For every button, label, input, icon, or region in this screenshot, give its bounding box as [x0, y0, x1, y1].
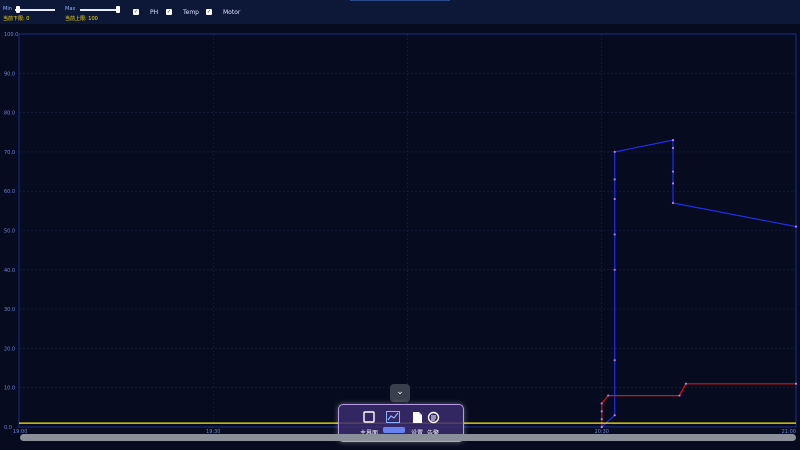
series-point-1: [600, 425, 603, 429]
min-current-value: 当前下限: 0: [3, 16, 30, 22]
series-point-0: [671, 139, 675, 142]
max-slider-track[interactable]: [80, 6, 120, 13]
y-tick-label: 70.0: [4, 150, 15, 156]
series-point-0: [613, 178, 616, 181]
ph-label: PH: [150, 9, 159, 16]
series-point-0: [671, 170, 675, 173]
series-point-0: [613, 233, 616, 236]
min-label: Min: [3, 6, 12, 12]
series-point-0: [671, 201, 675, 205]
motor-checkbox[interactable]: ✓: [206, 9, 212, 15]
square-icon: [363, 411, 375, 423]
series-point-0: [613, 359, 616, 362]
series-point-0: [671, 146, 675, 150]
min-slider-track[interactable]: [15, 6, 55, 13]
max-slider-handle[interactable]: [116, 6, 120, 13]
search-icon: [427, 411, 439, 424]
series-point-1: [684, 382, 688, 385]
series-point-1: [678, 394, 681, 397]
horizontal-scrollbar[interactable]: [20, 434, 796, 441]
y-tick-label: 80.0: [4, 111, 15, 117]
y-tick-label: 40.0: [4, 268, 15, 274]
series-line-1: [601, 383, 796, 427]
series-point-0: [671, 182, 675, 185]
max-label: Max: [65, 6, 76, 12]
y-tick-label: 60.0: [4, 189, 15, 195]
collapse-button[interactable]: ⌄: [390, 384, 410, 402]
motor-label: Motor: [223, 9, 241, 16]
chevron-down-icon: ⌄: [396, 387, 404, 397]
series-point-1: [607, 394, 610, 397]
y-tick-label: 30.0: [4, 307, 15, 313]
control-bar: Min 当前下限: 0 Max 当前上限: 100 ✓ PH ✓ Temp ✓ …: [0, 0, 800, 24]
series-point-1: [794, 382, 798, 385]
series-point-1: [600, 402, 603, 405]
min-slider-handle[interactable]: [16, 6, 20, 13]
y-tick-label: 0.0: [4, 425, 12, 431]
ph-checkbox[interactable]: ✓: [133, 9, 139, 15]
series-point-0: [613, 197, 616, 201]
y-tick-label: 10.0: [4, 386, 15, 392]
series-point-0: [613, 268, 616, 271]
y-tick-label: 20.0: [4, 346, 15, 352]
y-tick-label: 100.0: [4, 32, 18, 38]
series-point-1: [600, 418, 603, 421]
y-tick-label: 90.0: [4, 71, 15, 77]
series-point-1: [600, 410, 603, 413]
temp-checkbox[interactable]: ✓: [166, 9, 172, 15]
series-point-0: [613, 150, 616, 153]
y-tick-label: 50.0: [4, 229, 15, 235]
chart-icon: [386, 411, 400, 423]
max-current-value: 当前上限: 100: [65, 16, 98, 22]
temp-label: Temp: [183, 9, 199, 16]
series-point-0: [613, 414, 616, 417]
top-accent-line: [350, 0, 450, 1]
series-point-0: [794, 225, 798, 228]
